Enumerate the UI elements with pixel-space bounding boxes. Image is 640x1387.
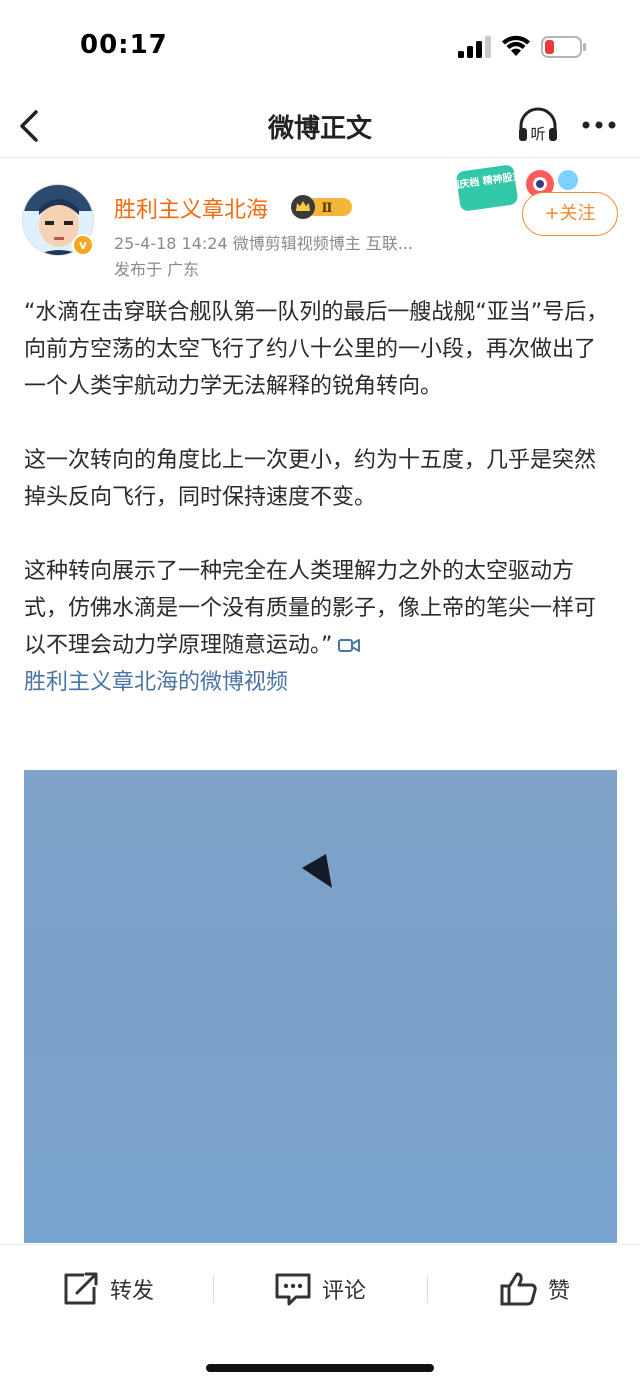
droplet-object-icon (302, 854, 332, 888)
wifi-icon (502, 35, 530, 56)
comment-label: 评论 (322, 1279, 367, 1304)
thumbs-up-icon (500, 1272, 537, 1306)
headphones-listen-icon[interactable]: 听 (516, 104, 560, 146)
listen-label: 听 (530, 125, 545, 143)
video-link[interactable]: 胜利主义章北海的微博视频 (24, 664, 616, 701)
post-paragraph: 这种转向展示了一种完全在人类理解力之外的太空驱动方式，仿佛水滴是一个没有质量的影… (24, 559, 597, 658)
home-indicator[interactable] (206, 1364, 434, 1372)
like-label: 赞 (548, 1279, 571, 1304)
battery-icon (541, 36, 586, 58)
author-name[interactable]: 胜利主义章北海 (114, 192, 268, 224)
nav-bar: 微博正文 听 (0, 96, 640, 158)
post-body: “水滴在击穿联合舰队第一队列的最后一艘战舰“亚当”号后，向前方空荡的太空飞行了约… (24, 294, 616, 701)
post-paragraph: “水滴在击穿联合舰队第一队列的最后一艘战舰“亚当”号后，向前方空荡的太空飞行了约… (24, 300, 609, 399)
divider (427, 1275, 428, 1303)
post-paragraph: 这一次转向的角度比上一次更小，约为十五度，几乎是突然掉头反向飞行，同时保持速度不… (24, 448, 597, 510)
verified-badge: v (72, 234, 94, 256)
post-meta: 25-4-18 14:24 微博剪辑视频博主 互联... (114, 234, 414, 253)
follow-button[interactable]: +关注 (522, 192, 618, 236)
repost-label: 转发 (110, 1279, 155, 1304)
status-bar: 00:17 (0, 0, 640, 96)
comment-icon (275, 1273, 311, 1306)
like-button[interactable]: 赞 (500, 1269, 570, 1309)
cellular-signal-icon (458, 36, 491, 58)
vip-level: Ⅱ (322, 201, 333, 216)
bottom-action-bar: 转发 评论 赞 (0, 1244, 640, 1330)
post-location: 发布于 广东 (114, 260, 200, 279)
more-options-icon[interactable] (580, 110, 618, 140)
video-player[interactable] (24, 770, 617, 1243)
divider (213, 1275, 214, 1303)
comment-button[interactable]: 评论 (274, 1269, 366, 1309)
author-row: v 胜利主义章北海 Ⅱ 25-4-18 14:24 微博剪辑视频博主 互联...… (0, 165, 640, 288)
post-paragraph-last: 这种转向展示了一种完全在人类理解力之外的太空驱动方式，仿佛水滴是一个没有质量的影… (24, 553, 616, 664)
repost-button[interactable]: 转发 (62, 1269, 154, 1309)
video-camera-icon (338, 639, 361, 652)
repost-icon (64, 1272, 98, 1305)
status-time: 00:17 (80, 30, 168, 60)
vip-crown-badge-icon: Ⅱ (291, 195, 352, 219)
